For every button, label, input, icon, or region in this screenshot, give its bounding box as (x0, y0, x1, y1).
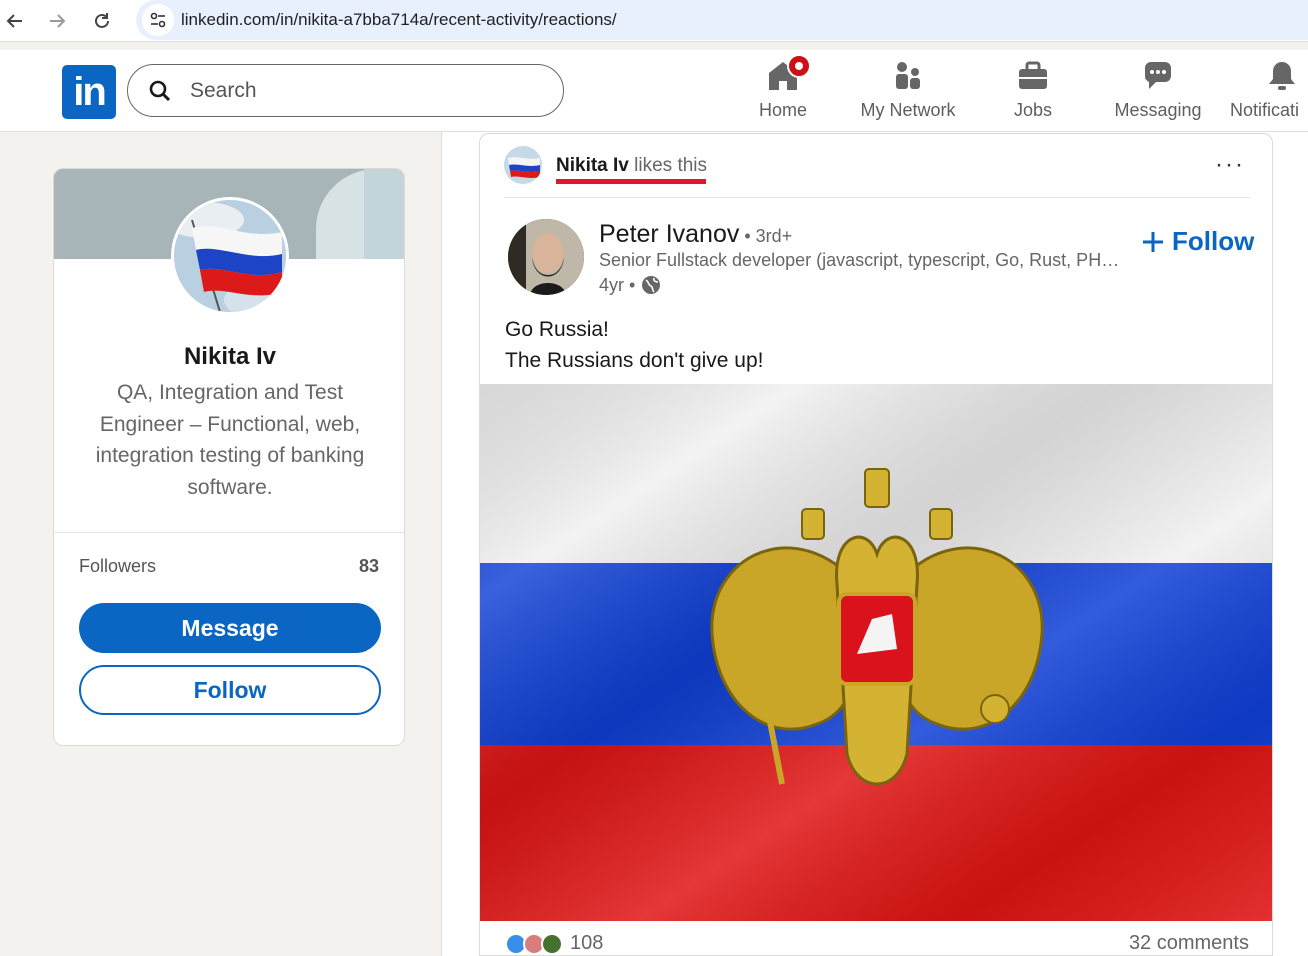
linkedin-header: in Home My Network Jobs Messaging Notifi (0, 50, 1308, 132)
address-bar[interactable]: linkedin.com/in/nikita-a7bba714a/recent-… (136, 0, 1308, 40)
site-settings-icon[interactable] (142, 4, 174, 36)
nav-messaging[interactable]: Messaging (1108, 58, 1208, 128)
red-underline-annotation (556, 179, 706, 184)
nav-my-network[interactable]: My Network (853, 58, 963, 128)
back-icon[interactable] (0, 6, 30, 36)
author-avatar[interactable] (508, 219, 584, 295)
globe-icon (642, 276, 661, 294)
profile-name[interactable]: Nikita Iv (54, 343, 404, 371)
message-button[interactable]: Message (79, 603, 381, 653)
post-text: Go Russia! The Russians don't give up! (505, 314, 764, 376)
activity-verb: likes this (628, 155, 708, 176)
search-input[interactable] (190, 75, 550, 107)
url-text[interactable]: linkedin.com/in/nikita-a7bba714a/recent-… (181, 10, 617, 30)
post-meta: 4yr • (599, 274, 662, 296)
followers-label: Followers (79, 556, 157, 576)
search-box[interactable] (127, 64, 564, 117)
followers-count: 83 (358, 556, 379, 576)
post-text-line: The Russians don't give up! (505, 349, 764, 372)
nav-home-label: Home (758, 100, 807, 120)
messaging-icon (1140, 58, 1176, 94)
reaction-icons[interactable] (505, 933, 567, 955)
post-text-line: Go Russia! (505, 318, 609, 341)
nav-jobs[interactable]: Jobs (1003, 58, 1063, 128)
nav-messaging-label: Messaging (1114, 100, 1202, 120)
follow-author-label[interactable]: Follow (1172, 226, 1254, 257)
network-icon (890, 58, 926, 94)
follow-author-button[interactable]: Follow (1142, 226, 1254, 257)
connection-degree: • 3rd+ (739, 226, 793, 246)
more-options-icon[interactable]: ··· (1212, 148, 1248, 182)
nav-notifications-label: Notificati (1230, 100, 1300, 120)
notification-dot (787, 54, 811, 78)
browser-toolbar: linkedin.com/in/nikita-a7bba714a/recent-… (0, 0, 1308, 42)
activity-text: Nikita Iv likes this (556, 155, 707, 177)
actor-name[interactable]: Nikita Iv (556, 155, 629, 176)
profile-card: Nikita Iv QA, Integration and Test Engin… (53, 168, 405, 746)
activity-header: Nikita Iv likes this ··· (480, 134, 1272, 198)
briefcase-icon (1015, 58, 1051, 94)
forward-icon[interactable] (42, 6, 72, 36)
social-counts: 108 32 comments (480, 929, 1272, 955)
nav-home[interactable]: Home (748, 54, 818, 128)
nav-notifications[interactable]: Notificati (1230, 58, 1308, 128)
post-image-russian-flag[interactable] (480, 384, 1272, 921)
reactions-count[interactable]: 108 (570, 932, 603, 955)
profile-headline: QA, Integration and Test Engineer – Func… (95, 381, 365, 499)
plus-icon (1143, 231, 1163, 252)
post-card: Nikita Iv likes this ··· Peter Ivanov • … (479, 133, 1273, 956)
activity-divider (504, 197, 1250, 198)
actor-avatar[interactable] (504, 146, 542, 184)
linkedin-logo[interactable]: in (62, 65, 116, 119)
bell-icon (1264, 58, 1300, 94)
follow-button[interactable]: Follow (79, 665, 381, 715)
home-icon (765, 54, 811, 94)
post-age: 4yr • (599, 274, 636, 295)
card-divider (54, 532, 404, 533)
author-name-text[interactable]: Peter Ivanov (599, 220, 739, 248)
author-name[interactable]: Peter Ivanov • 3rd+ (599, 220, 792, 249)
flag-with-coat-of-arms (480, 384, 1272, 921)
nav-jobs-label: Jobs (1013, 100, 1053, 120)
comments-count[interactable]: 32 comments (1129, 932, 1249, 955)
nav-my-network-label: My Network (860, 100, 956, 120)
profile-avatar[interactable] (171, 197, 289, 315)
author-headline: Senior Fullstack developer (javascript, … (599, 250, 1121, 270)
search-icon (149, 80, 171, 102)
reload-icon[interactable] (87, 6, 117, 36)
